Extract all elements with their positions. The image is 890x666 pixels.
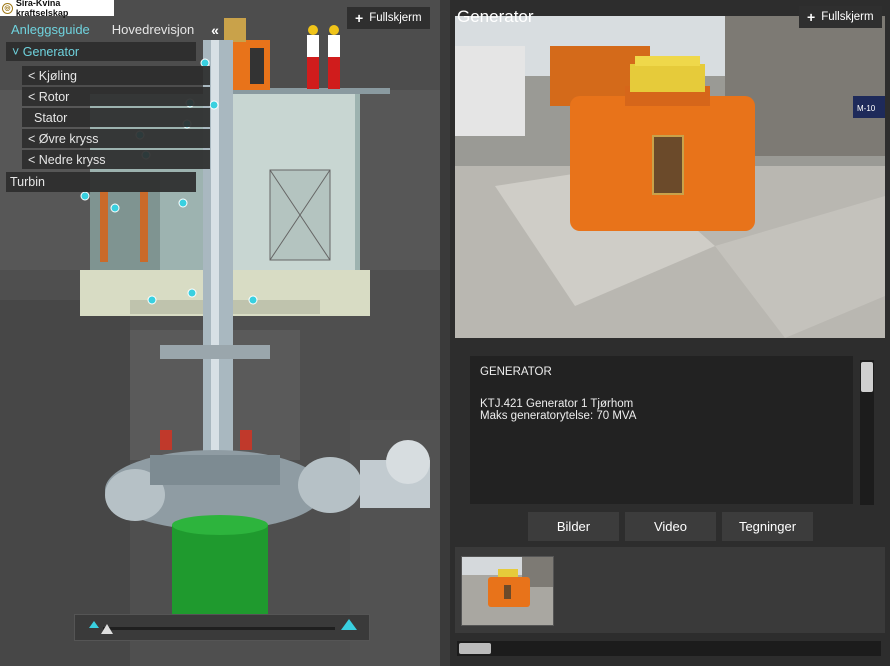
pane-divider[interactable] [440,0,450,666]
section-slider[interactable] [74,614,370,641]
info-pane: M-10 Generator + Fullskjerm GENERATOR KT… [450,0,890,666]
brand-name: Sira-Kvina kraftselskap [15,0,69,18]
app-root: ◎ Sira-Kvina kraftselskap Anleggsguide H… [0,0,890,666]
small-triangle-icon [89,621,99,628]
nav-tab-anleggsguide[interactable]: Anleggsguide [0,20,101,42]
nav-tab-hovedrevisjon[interactable]: Hovedrevisjon [101,20,205,42]
tree-item-stator[interactable]: Stator [22,108,210,127]
info-text-box: GENERATOR KTJ.421 Generator 1 Tjørhom Ma… [470,356,853,504]
fullscreen-label: Fullskjerm [821,11,874,23]
model-viewer[interactable]: ◎ Sira-Kvina kraftselskap Anleggsguide H… [0,0,440,666]
generator-photo[interactable]: M-10 [455,16,885,338]
left-fullscreen-button[interactable]: + Fullskjerm [347,7,430,29]
slider-track[interactable] [103,627,335,630]
thumbnail-scrollbar-thumb[interactable] [459,643,491,654]
large-triangle-icon [341,619,357,630]
tab-bilder[interactable]: Bilder [528,512,619,541]
logo-icon: ◎ [2,2,13,14]
plus-icon: + [807,9,816,25]
tree-item-ovre-kryss[interactable]: < Øvre kryss [22,129,210,148]
slider-handle[interactable] [101,624,113,634]
double-chevron-left-icon[interactable]: « [207,22,223,38]
thumbnail-scrollbar[interactable] [457,641,881,656]
thumbnail-photo [462,557,553,625]
right-fullscreen-button[interactable]: + Fullskjerm [799,6,882,28]
info-line-1: KTJ.421 Generator 1 Tjørhom [480,398,634,410]
photo-sign-text: M-10 [857,104,876,113]
top-navigation: Anleggsguide Hovedrevisjon [0,20,205,42]
info-heading: GENERATOR [480,366,552,378]
tab-tegninger[interactable]: Tegninger [722,512,813,541]
thumbnail-strip [455,547,885,633]
plus-icon: + [355,10,364,26]
tree-item-kjoling[interactable]: < Kjøling [22,66,210,85]
info-scrollbar-thumb[interactable] [861,362,873,392]
brand-logo: ◎ Sira-Kvina kraftselskap [0,0,114,18]
tree-item-generator[interactable]: ˅ Generator [6,42,196,61]
thumbnail-image[interactable] [461,556,554,626]
info-line-2: Maks generatorytelse: 70 MVA [480,410,637,422]
tree-item-rotor[interactable]: < Rotor [22,87,210,106]
tree-item-turbin[interactable]: Turbin [6,172,196,192]
panel-title: Generator [457,7,534,26]
info-scrollbar[interactable] [860,360,874,505]
media-tabs: Bilder Video Tegninger [528,512,813,541]
tab-video[interactable]: Video [625,512,716,541]
photo-image: M-10 [455,16,885,338]
fullscreen-label: Fullskjerm [369,12,422,24]
tree-item-nedre-kryss[interactable]: < Nedre kryss [22,150,210,169]
